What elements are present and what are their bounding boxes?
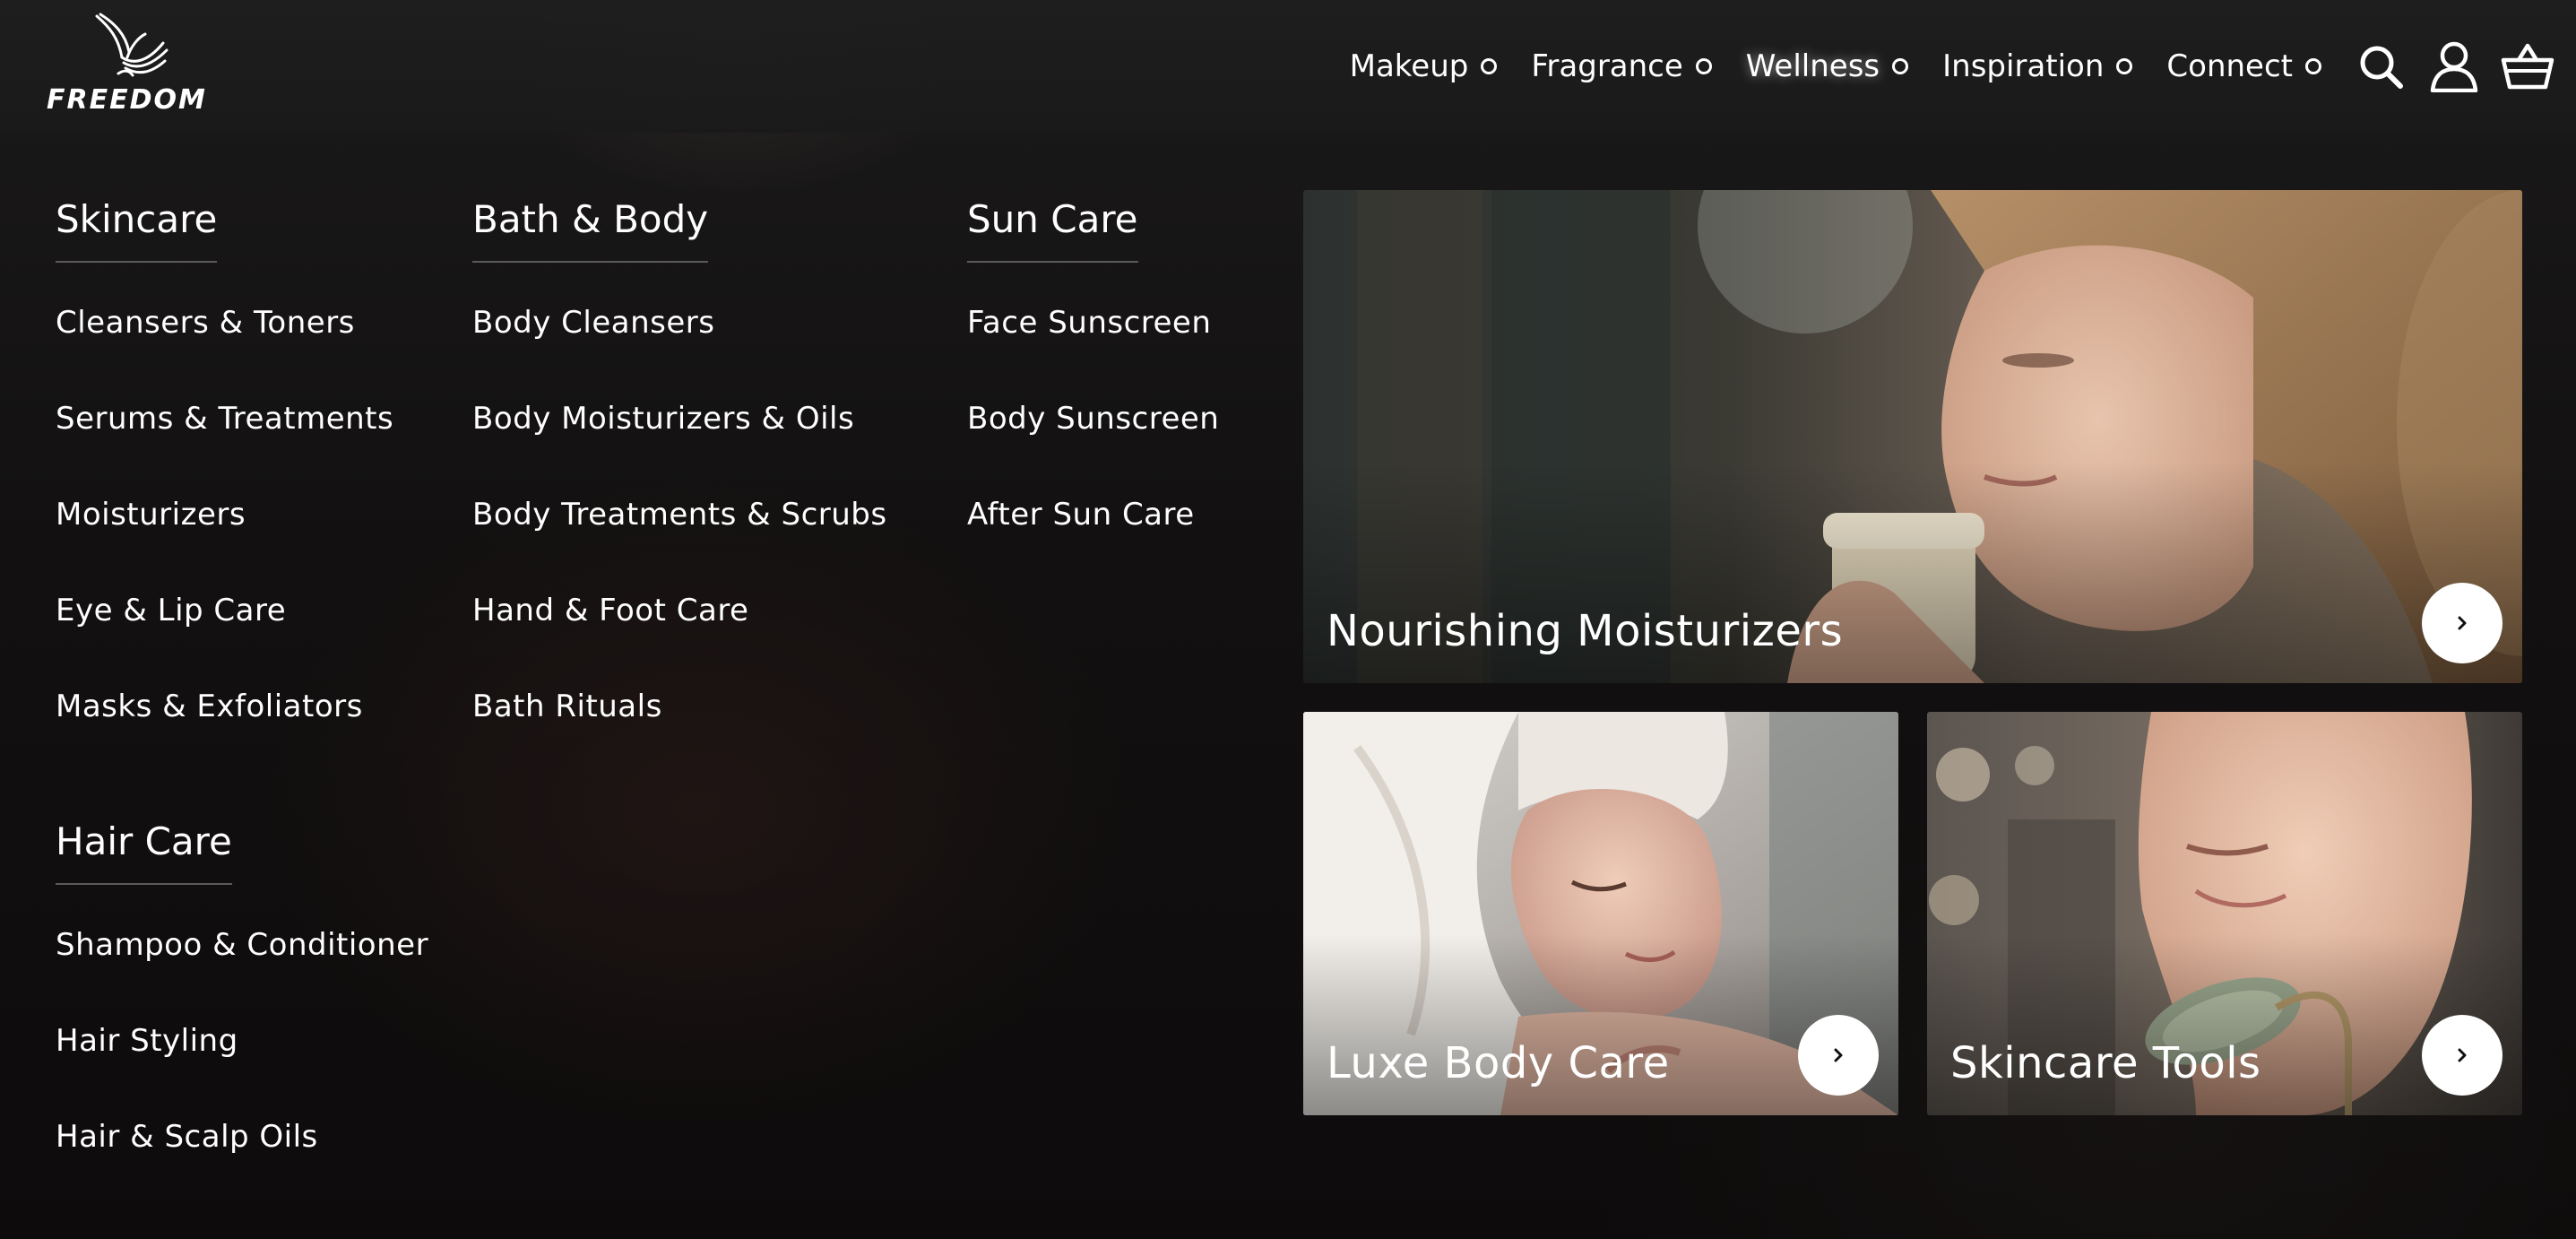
- menu-link[interactable]: Hand & Foot Care: [472, 563, 887, 659]
- menu-link[interactable]: Shampoo & Conditioner: [56, 897, 428, 993]
- promo-card-body-care[interactable]: Luxe Body Care: [1303, 712, 1898, 1115]
- nav-item-connect[interactable]: Connect: [2166, 48, 2321, 84]
- main-nav: Makeup Fragrance Wellness Inspiration Co…: [1350, 0, 2576, 133]
- brand-logo[interactable]: FREEDOM: [39, 11, 219, 117]
- promo-title: Nourishing Moisturizers: [1327, 606, 1844, 656]
- site-header: FREEDOM Makeup Fragrance Wellness Inspir…: [0, 0, 2576, 133]
- menu-column-sun-care: Sun Care Face Sunscreen Body Sunscreen A…: [967, 197, 1219, 563]
- menu-link[interactable]: Body Cleansers: [472, 275, 887, 371]
- menu-column-bath-body: Bath & Body Body Cleansers Body Moisturi…: [472, 197, 887, 755]
- nav-item-inspiration[interactable]: Inspiration: [1942, 48, 2133, 84]
- circle-icon: [1892, 58, 1909, 74]
- menu-link[interactable]: Serums & Treatments: [56, 371, 393, 467]
- menu-list-haircare: Shampoo & Conditioner Hair Styling Hair …: [56, 897, 428, 1185]
- menu-link[interactable]: Cleansers & Toners: [56, 275, 393, 371]
- menu-heading-skincare[interactable]: Skincare: [56, 197, 218, 263]
- menu-link[interactable]: Bath Rituals: [472, 659, 887, 755]
- nav-label: Makeup: [1349, 48, 1469, 84]
- circle-icon: [2116, 58, 2133, 74]
- promo-card-moisturizers[interactable]: Nourishing Moisturizers: [1303, 190, 2522, 683]
- menu-heading-haircare[interactable]: Hair Care: [56, 819, 232, 885]
- menu-link[interactable]: Hair Styling: [56, 993, 428, 1089]
- menu-link[interactable]: Eye & Lip Care: [56, 563, 393, 659]
- menu-link[interactable]: Moisturizers: [56, 467, 393, 563]
- wellness-mega-menu: Skincare Cleansers & Toners Serums & Tre…: [0, 133, 2576, 1239]
- brand-wordmark: FREEDOM: [47, 84, 207, 116]
- menu-list-sun-care: Face Sunscreen Body Sunscreen After Sun …: [967, 275, 1219, 563]
- menu-list-skincare: Cleansers & Toners Serums & Treatments M…: [56, 275, 393, 755]
- account-icon: [2430, 41, 2478, 92]
- nav-label: Connect: [2166, 48, 2293, 84]
- account-button[interactable]: [2427, 39, 2481, 93]
- menu-link[interactable]: Body Moisturizers & Oils: [472, 371, 887, 467]
- search-button[interactable]: [2354, 39, 2407, 93]
- menu-column-haircare: Hair Care Shampoo & Conditioner Hair Sty…: [56, 819, 428, 1185]
- nav-item-wellness[interactable]: Wellness: [1745, 48, 1909, 84]
- phoenix-logo-icon: [95, 13, 169, 77]
- nav-item-fragrance[interactable]: Fragrance: [1531, 48, 1712, 84]
- chevron-right-icon: [2458, 1048, 2467, 1062]
- menu-link[interactable]: Hair & Scalp Oils: [56, 1089, 428, 1185]
- menu-column-skincare: Skincare Cleansers & Toners Serums & Tre…: [56, 197, 393, 755]
- menu-link[interactable]: Body Treatments & Scrubs: [472, 467, 887, 563]
- nav-label: Inspiration: [1942, 48, 2105, 84]
- menu-link[interactable]: Masks & Exfoliators: [56, 659, 393, 755]
- promo-card-skincare-tools[interactable]: Skincare Tools: [1927, 712, 2522, 1115]
- menu-heading-bath-body[interactable]: Bath & Body: [472, 197, 709, 263]
- search-icon: [2360, 46, 2403, 89]
- nav-item-makeup[interactable]: Makeup: [1350, 48, 1498, 84]
- menu-heading-sun-care[interactable]: Sun Care: [967, 197, 1138, 263]
- menu-link[interactable]: Face Sunscreen: [967, 275, 1219, 371]
- circle-icon: [1695, 58, 1712, 74]
- menu-link[interactable]: After Sun Care: [967, 467, 1219, 563]
- basket-icon: [2501, 43, 2554, 90]
- chevron-right-icon: [2458, 616, 2467, 630]
- circle-icon: [2305, 58, 2321, 74]
- promo-arrow-button[interactable]: [2422, 1015, 2503, 1096]
- nav-label: Wellness: [1745, 48, 1880, 84]
- circle-icon: [1481, 58, 1498, 74]
- promo-arrow-button[interactable]: [1798, 1015, 1879, 1096]
- chevron-right-icon: [1834, 1048, 1843, 1062]
- basket-button[interactable]: [2501, 39, 2554, 93]
- menu-link[interactable]: Body Sunscreen: [967, 371, 1219, 467]
- menu-list-bath-body: Body Cleansers Body Moisturizers & Oils …: [472, 275, 887, 755]
- promo-title: Skincare Tools: [1950, 1038, 2261, 1088]
- nav-label: Fragrance: [1531, 48, 1683, 84]
- promo-arrow-button[interactable]: [2422, 583, 2503, 663]
- promo-title: Luxe Body Care: [1327, 1038, 1670, 1088]
